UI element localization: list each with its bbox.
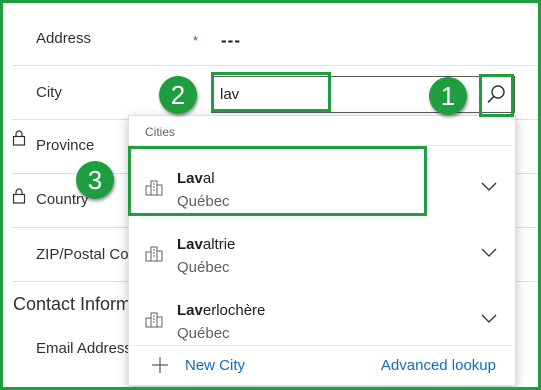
annotation-frame bbox=[0, 0, 541, 390]
